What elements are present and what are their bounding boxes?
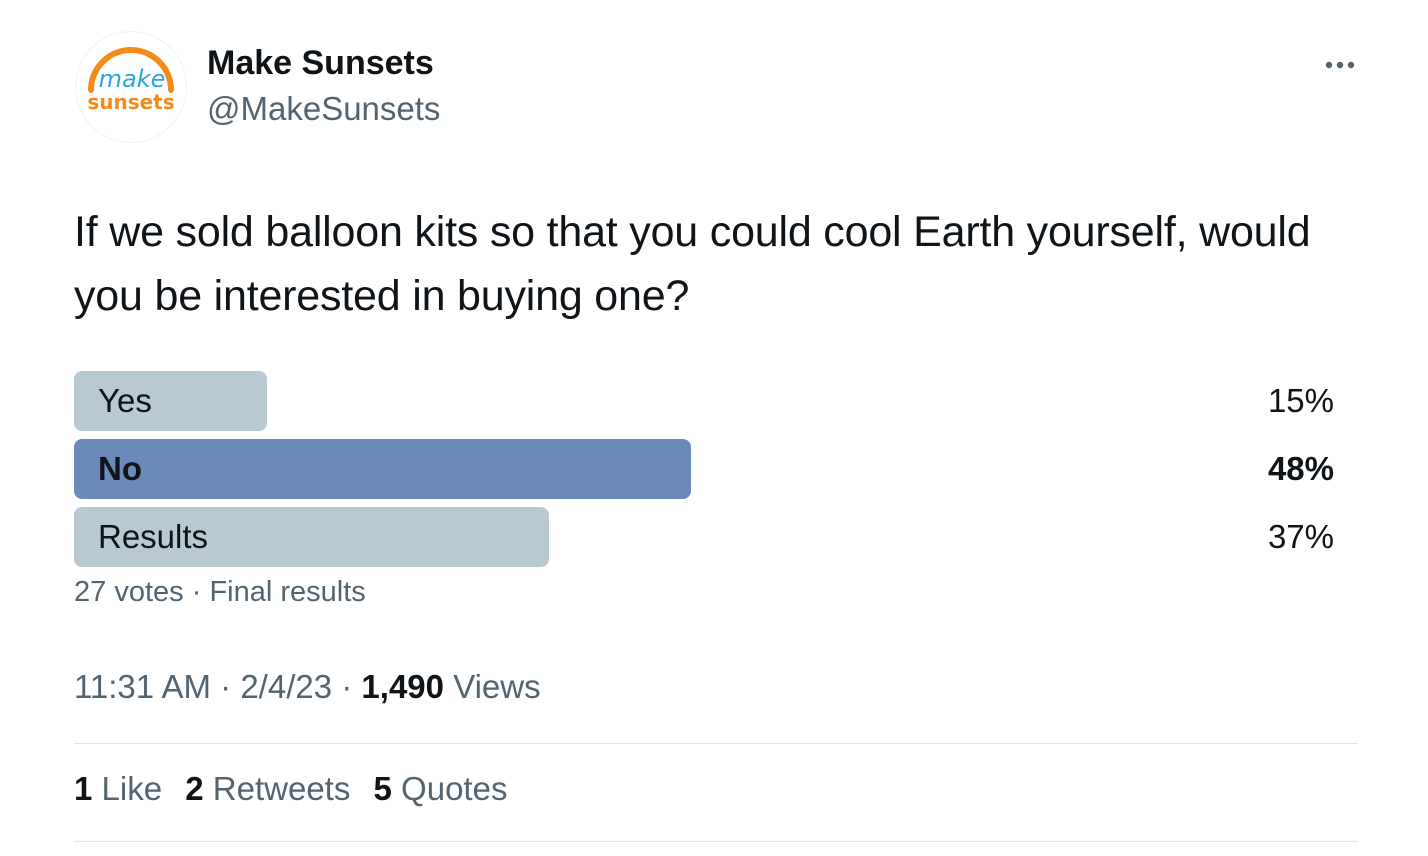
poll-vote-count: 27 votes <box>74 576 184 608</box>
views-label: Views <box>453 668 541 705</box>
quotes-count: 5 <box>373 770 392 807</box>
logo-text-sunsets: sunsets <box>87 90 174 114</box>
retweets-label: Retweets <box>212 770 351 807</box>
logo-text-make: make <box>99 65 166 93</box>
poll-option-label: Results <box>98 518 209 555</box>
poll-option: Results 37% <box>74 507 1334 567</box>
poll-option-percent: 37% <box>1267 518 1334 555</box>
user-handle[interactable]: @MakeSunsets <box>207 90 440 128</box>
views-count: 1,490 <box>361 668 445 705</box>
separator-dot: · <box>220 668 232 705</box>
poll-status: 27 votes · Final results <box>74 576 366 609</box>
separator-dot: · <box>341 668 353 705</box>
divider <box>74 743 1358 744</box>
avatar[interactable]: make sunsets <box>76 32 186 142</box>
poll-option-label: No <box>98 450 142 487</box>
separator-dot: · <box>191 576 202 608</box>
poll-bar-winner <box>74 439 691 499</box>
retweets-count: 2 <box>185 770 204 807</box>
divider <box>74 841 1358 842</box>
quotes-stat[interactable]: 5 Quotes <box>374 770 508 807</box>
poll-option-label: Yes <box>98 382 152 419</box>
more-options-button[interactable] <box>1318 50 1362 80</box>
tweet-meta: 11:31 AM · 2/4/23 · 1,490 Views <box>74 668 541 706</box>
poll-option-percent: 48% <box>1267 450 1334 487</box>
likes-label: Like <box>101 770 163 807</box>
poll-final-status: Final results <box>209 576 366 608</box>
make-sunsets-logo: make sunsets <box>76 32 186 142</box>
likes-stat[interactable]: 1 Like <box>74 770 162 807</box>
tweet-text: If we sold balloon kits so that you coul… <box>74 208 1311 320</box>
poll-option: Yes 15% <box>74 371 1334 431</box>
tweet-date[interactable]: 2/4/23 <box>240 668 332 705</box>
ellipsis-icon <box>1325 61 1355 69</box>
display-name[interactable]: Make Sunsets <box>207 44 434 83</box>
tweet-time[interactable]: 11:31 AM <box>74 668 211 705</box>
likes-count: 1 <box>74 770 93 807</box>
poll-option-winner: No 48% <box>74 439 1334 499</box>
engagement-stats: 1 Like 2 Retweets 5 Quotes <box>74 770 521 808</box>
quotes-label: Quotes <box>401 770 508 807</box>
retweets-stat[interactable]: 2 Retweets <box>185 770 350 807</box>
poll-option-percent: 15% <box>1267 382 1334 419</box>
